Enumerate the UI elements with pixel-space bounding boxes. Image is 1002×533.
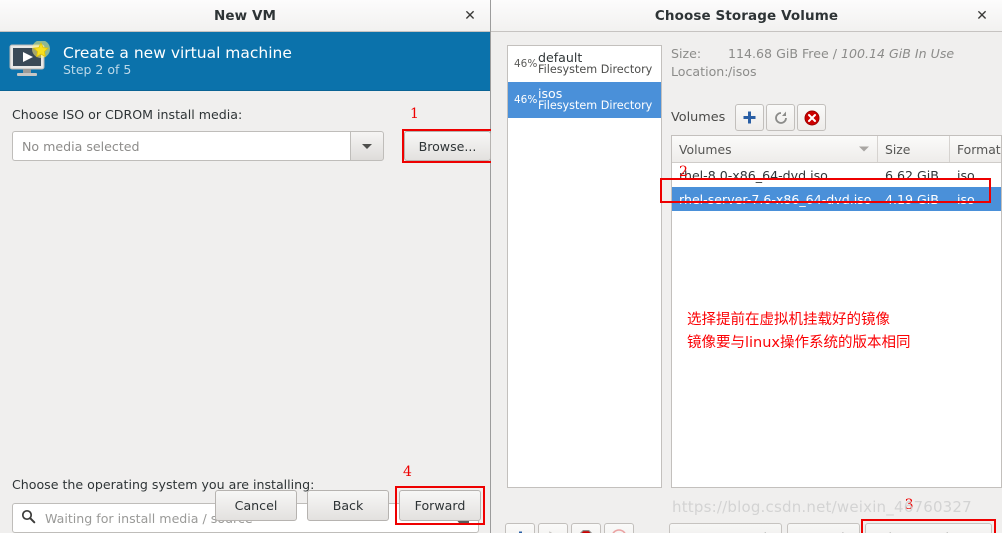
storage-pool-list[interactable]: 46% default Filesystem Directory 46% iso… xyxy=(507,45,662,488)
refresh-icon xyxy=(774,111,787,124)
annotation-number-1: 1 xyxy=(410,106,419,122)
storage-body: 46% default Filesystem Directory 46% iso… xyxy=(491,32,1002,533)
annotation-number-2: 2 xyxy=(679,164,688,180)
column-header-size[interactable]: Size xyxy=(878,136,950,162)
table-row[interactable]: rhel-server-7.6-x86_64-dvd.iso 4.19 GiB … xyxy=(672,187,1001,211)
annotation-note: 选择提前在虚拟机挂载好的镜像 镜像要与linux操作系统的版本相同 xyxy=(687,312,911,351)
volumes-label: Volumes xyxy=(671,110,726,125)
annotation-number-4: 4 xyxy=(403,464,412,480)
storage-volume-window: Choose Storage Volume ✕ 46% default File… xyxy=(491,0,1002,533)
close-icon[interactable]: ✕ xyxy=(460,6,480,26)
iso-media-value[interactable]: No media selected xyxy=(12,131,350,161)
iso-media-label: Choose ISO or CDROM install media: xyxy=(12,107,243,122)
new-vm-title: New VM xyxy=(213,7,277,24)
pool-toolbar xyxy=(505,523,637,533)
pool-item-default[interactable]: 46% default Filesystem Directory xyxy=(508,46,661,82)
pool-start-button[interactable] xyxy=(538,523,568,533)
new-vm-window: New VM ✕ Create a new virtual machine St… xyxy=(0,0,493,533)
pool-add-button[interactable] xyxy=(505,523,535,533)
pool-type: Filesystem Directory xyxy=(538,99,653,113)
sort-descending-icon xyxy=(859,146,869,152)
pool-name: default xyxy=(538,50,583,65)
virtual-machine-icon xyxy=(8,40,52,81)
volume-add-button[interactable] xyxy=(735,104,765,131)
volume-refresh-button[interactable] xyxy=(766,104,796,131)
plus-icon xyxy=(743,111,756,124)
volume-format: iso xyxy=(957,191,975,207)
iso-media-row: No media selected Browse... 1 xyxy=(12,106,493,163)
pool-type: Filesystem Directory xyxy=(538,63,653,77)
column-header-volumes[interactable]: Volumes xyxy=(672,136,878,162)
screen: New VM ✕ Create a new virtual machine St… xyxy=(0,0,1002,533)
pool-size-free: 114.68 GiB Free xyxy=(728,46,829,61)
delete-circle-icon xyxy=(804,110,820,125)
iso-media-combo[interactable]: No media selected xyxy=(12,131,384,161)
annotation-number-3: 3 xyxy=(904,497,914,513)
new-vm-footer: Cancel Back Forward 4 xyxy=(0,464,491,533)
pool-details: Size: 114.68 GiB Free / 100.14 GiB In Us… xyxy=(671,32,1002,82)
chevron-down-icon[interactable] xyxy=(350,131,384,161)
browse-button[interactable]: Browse... xyxy=(404,131,491,161)
storage-titlebar: Choose Storage Volume ✕ xyxy=(491,0,1002,32)
pool-size-inuse: 100.14 GiB In Use xyxy=(840,46,955,61)
play-icon xyxy=(548,530,553,533)
choose-volume-button[interactable]: Choose Volume xyxy=(864,523,992,533)
column-header-format[interactable]: Format xyxy=(950,136,1001,162)
pool-location-label: Location: xyxy=(671,64,729,79)
storage-cancel-button[interactable]: Cancel xyxy=(786,523,860,533)
banner-step: Step 2 of 5 xyxy=(63,62,132,78)
close-icon[interactable]: ✕ xyxy=(972,6,992,26)
storage-title: Choose Storage Volume xyxy=(654,7,839,24)
pool-size-label: Size: xyxy=(671,46,702,61)
pool-usage-percent: 46% xyxy=(514,57,538,70)
pool-stop-button[interactable] xyxy=(571,523,601,533)
volumes-toolbar: Volumes xyxy=(671,104,828,131)
banner-title: Create a new virtual machine xyxy=(63,43,292,62)
browse-local-button[interactable]: Browse Local xyxy=(669,523,782,533)
volume-size: 4.19 GiB xyxy=(885,191,939,207)
volume-name: rhel-server-7.6-x86_64-dvd.iso xyxy=(679,191,872,207)
pool-size-separator: / xyxy=(828,46,841,61)
stop-icon xyxy=(579,530,593,533)
pool-delete-button[interactable] xyxy=(604,523,634,533)
pool-usage-percent: 46% xyxy=(514,93,538,106)
cancel-button[interactable]: Cancel xyxy=(215,490,297,521)
volume-delete-button[interactable] xyxy=(797,104,827,131)
browse-button-wrapper: Browse... xyxy=(404,131,491,161)
new-vm-banner: Create a new virtual machine Step 2 of 5 xyxy=(0,32,490,91)
table-row[interactable]: rhel-8.0-x86_64-dvd.iso 6.62 GiB iso xyxy=(672,163,1001,187)
pool-location-row: Location: /isos xyxy=(671,64,1002,79)
plus-icon xyxy=(518,531,522,533)
volume-name: rhel-8.0-x86_64-dvd.iso xyxy=(679,167,828,183)
new-vm-titlebar: New VM ✕ xyxy=(0,0,490,32)
delete-circle-icon xyxy=(612,529,626,533)
back-button[interactable]: Back xyxy=(307,490,389,521)
storage-footer: Browse Local Cancel Choose Volume 3 xyxy=(669,497,996,533)
volume-format: iso xyxy=(957,167,975,183)
volumes-table-header: Volumes Size Format xyxy=(672,136,1001,163)
forward-button[interactable]: Forward xyxy=(399,490,481,521)
pool-name: isos xyxy=(538,86,563,101)
volume-size: 6.62 GiB xyxy=(885,167,939,183)
pool-size-row: Size: 114.68 GiB Free / 100.14 GiB In Us… xyxy=(671,46,1002,61)
pool-location-value: /isos xyxy=(728,64,757,79)
pool-item-isos[interactable]: 46% isos Filesystem Directory xyxy=(508,82,661,118)
